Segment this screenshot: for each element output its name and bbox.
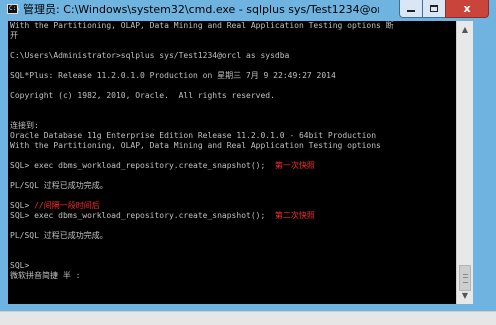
console-line-text: C:\Users\Administrator>sqlplus sys/Test1… — [10, 51, 290, 60]
console-line: SQL> exec dbms_workload_repository.creat… — [10, 211, 456, 221]
window-title: 管理员: C:\Windows\system32\cmd.exe - sqlpl… — [23, 3, 379, 16]
console-line: Oracle Database 11g Enterprise Edition R… — [10, 131, 456, 141]
console-annotation: 第二次快照 — [274, 211, 315, 220]
minimize-button[interactable] — [399, 0, 423, 18]
cmd-icon[interactable]: C:\ — [7, 4, 20, 14]
console-line: SQL> //间隔一段时间后 — [10, 201, 456, 211]
window-frame-bottom — [0, 304, 496, 311]
title-bar[interactable]: C:\ 管理员: C:\Windows\system32\cmd.exe - s… — [0, 0, 496, 19]
console-line: With the Partitioning, OLAP, Data Mining… — [10, 141, 456, 151]
maximize-button[interactable] — [422, 0, 446, 18]
console-line-text: SQL> — [10, 201, 35, 210]
scroll-up-arrow-icon[interactable]: ▲ — [457, 21, 473, 38]
console-line: 开 — [10, 31, 456, 41]
console-annotation: //间隔一段时间后 — [34, 201, 100, 210]
console-line: 连接到: — [10, 121, 456, 131]
console-line: 微软拼音简捷 半 : — [10, 271, 456, 281]
console-line: C:\Users\Administrator>sqlplus sys/Test1… — [10, 51, 456, 61]
console-output[interactable]: With the Partitioning, OLAP, Data Mining… — [8, 21, 456, 304]
console-line-text: SQL*Plus: Release 11.2.0.1.0 Production … — [10, 71, 336, 80]
console-line-text: PL/SQL 过程已成功完成。 — [10, 231, 108, 240]
console-line-text: Oracle Database 11g Enterprise Edition R… — [10, 131, 377, 140]
console-line-text: Copyright (c) 1982, 2010, Oracle. All ri… — [10, 91, 275, 100]
close-button[interactable]: x — [445, 0, 489, 18]
window-frame-right — [473, 19, 496, 311]
console-line-text: SQL> exec dbms_workload_repository.creat… — [10, 211, 275, 220]
taskbar-strip — [0, 311, 496, 325]
console-line-text: PL/SQL 过程已成功完成。 — [10, 181, 108, 190]
console-lines: With the Partitioning, OLAP, Data Mining… — [10, 21, 456, 281]
console-line-text: SQL> exec dbms_workload_repository.creat… — [10, 161, 275, 170]
console-line-text: With the Partitioning, OLAP, Data Mining… — [10, 141, 381, 150]
console-line-text: With the Partitioning, OLAP, Data Mining… — [10, 21, 394, 30]
minimize-icon — [407, 10, 415, 12]
console-line: SQL> — [10, 261, 456, 271]
close-icon: x — [463, 2, 471, 15]
cmd-icon-glyph: C:\ — [9, 5, 20, 12]
scroll-down-arrow-icon[interactable]: ▼ — [457, 287, 473, 304]
console-line: With the Partitioning, OLAP, Data Mining… — [10, 21, 456, 31]
maximize-icon — [430, 4, 438, 12]
cmd-window: C:\ 管理员: C:\Windows\system32\cmd.exe - s… — [0, 0, 496, 325]
vertical-scrollbar[interactable]: ▲ ▼ — [456, 21, 473, 304]
console-line: SQL> exec dbms_workload_repository.creat… — [10, 161, 456, 171]
console-line: SQL*Plus: Release 11.2.0.1.0 Production … — [10, 71, 456, 81]
console-annotation: 第一次快照 — [274, 161, 315, 170]
console-line-text: 微软拼音简捷 半 : — [10, 271, 81, 280]
console-line: Copyright (c) 1982, 2010, Oracle. All ri… — [10, 91, 456, 101]
console-line: PL/SQL 过程已成功完成。 — [10, 181, 456, 191]
scrollbar-grip-icon — [463, 274, 468, 283]
console-line-text: SQL> — [10, 261, 30, 270]
console-line-text: 连接到: — [10, 121, 39, 130]
console-line-text: 开 — [10, 31, 18, 40]
console-line: PL/SQL 过程已成功完成。 — [10, 231, 456, 241]
